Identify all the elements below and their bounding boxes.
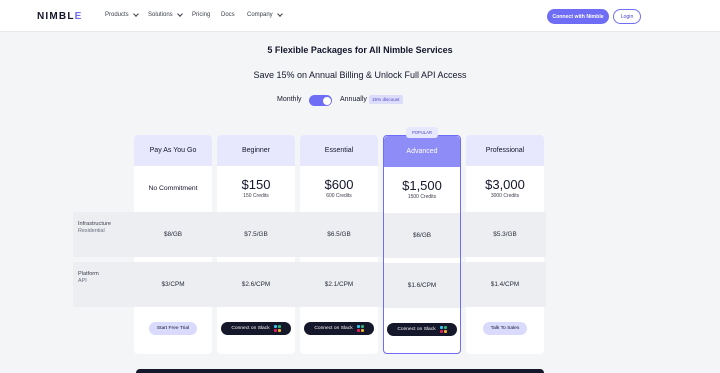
login-button[interactable]: Login [613,9,641,24]
nav-pricing[interactable]: Pricing [192,12,210,18]
connect-on-slack-button[interactable]: Connect on Slack [387,323,457,336]
row-label-platform: Platform [78,271,99,277]
plan-price: $150 [241,177,271,192]
plan-price: $3,000 [485,177,525,192]
plan-card-advanced: Advanced POPULAR $1,500 1500 Credits $6/… [383,127,461,354]
no-commitment-text: No Commitment [148,185,198,192]
plan-name: Beginner [217,135,295,166]
price-area: $1,500 1500 Credits [384,167,460,212]
plan-name: Pay As You Go [134,135,212,166]
page-subtitle: Save 15% on Annual Billing & Unlock Full… [253,70,467,80]
plan-credits: 3000 Credits [490,193,520,199]
nimble-logo[interactable]: NIMBLE [37,11,83,22]
plan-credits: 1500 Credits [407,194,437,200]
plan-credits: 600 Credits [326,193,352,199]
nav-company[interactable]: Company [247,11,283,18]
slack-icon [356,325,364,332]
chevron-down-icon [132,11,139,17]
slack-icon [439,326,447,333]
toggle-knob [322,96,331,105]
row-sub-api: API [78,278,87,284]
connect-with-nimble-button[interactable]: Connect with Nimble [547,9,609,24]
nav-solutions[interactable]: Solutions [148,11,183,18]
billing-toggle[interactable] [309,95,332,106]
billing-monthly-label[interactable]: Monthly [277,96,302,103]
plan-card-pay-as-you-go: Pay As You Go No Commitment $8/GB $3/CPM… [134,135,212,354]
platform-price: $2.6/CPM [217,262,295,307]
plan-price: $600 [324,177,354,192]
price-area: $600 600 Credits [300,166,378,211]
infrastructure-price: $8/GB [134,212,212,257]
talk-to-sales-button[interactable]: Talk To Sales [483,322,527,335]
infrastructure-price: $7.5/GB [217,212,295,257]
price-area: No Commitment [134,166,212,211]
infrastructure-price: $6.5/GB [300,212,378,257]
platform-price: $1.6/CPM [384,263,460,308]
nav-docs[interactable]: Docs [221,12,235,18]
billing-annually-label[interactable]: Annually [340,96,367,103]
plan-name: Professional [466,135,544,166]
infrastructure-price: $5.3/GB [466,212,544,257]
plan-name: Advanced [384,136,460,167]
top-navbar: NIMBLE Products Solutions Pricing Docs C… [0,0,720,32]
popular-tag: POPULAR [406,127,438,138]
page-title: 5 Flexible Packages for All Nimble Servi… [267,45,453,55]
row-sub-residential: Residential [78,228,105,234]
start-free-trial-button[interactable]: Start Free Trial [149,322,197,335]
chevron-down-icon [276,11,283,17]
infrastructure-price: $6/GB [384,213,460,258]
nav-products[interactable]: Products [105,11,139,18]
price-area: $150 150 Credits [217,166,295,211]
platform-price: $3/CPM [134,262,212,307]
bottom-dark-panel [136,369,544,373]
row-label-infrastructure: Infrastructure [78,221,111,227]
plan-credits: 150 Credits [243,193,269,199]
plan-price: $1,500 [402,178,442,193]
platform-price: $2.1/CPM [300,262,378,307]
slack-icon [273,325,281,332]
price-area: $3,000 3000 Credits [466,166,544,211]
discount-badge: 15% discount [369,95,403,104]
plan-card-essential: Essential $600 600 Credits $6.5/GB $2.1/… [300,135,378,354]
plan-card-professional: Professional $3,000 3000 Credits $5.3/GB… [466,135,544,354]
connect-on-slack-button[interactable]: Connect on Slack [221,322,291,335]
platform-price: $1.4/CPM [466,262,544,307]
plan-name: Essential [300,135,378,166]
connect-on-slack-button[interactable]: Connect on Slack [304,322,374,335]
chevron-down-icon [176,11,183,17]
plan-card-beginner: Beginner $150 150 Credits $7.5/GB $2.6/C… [217,135,295,354]
